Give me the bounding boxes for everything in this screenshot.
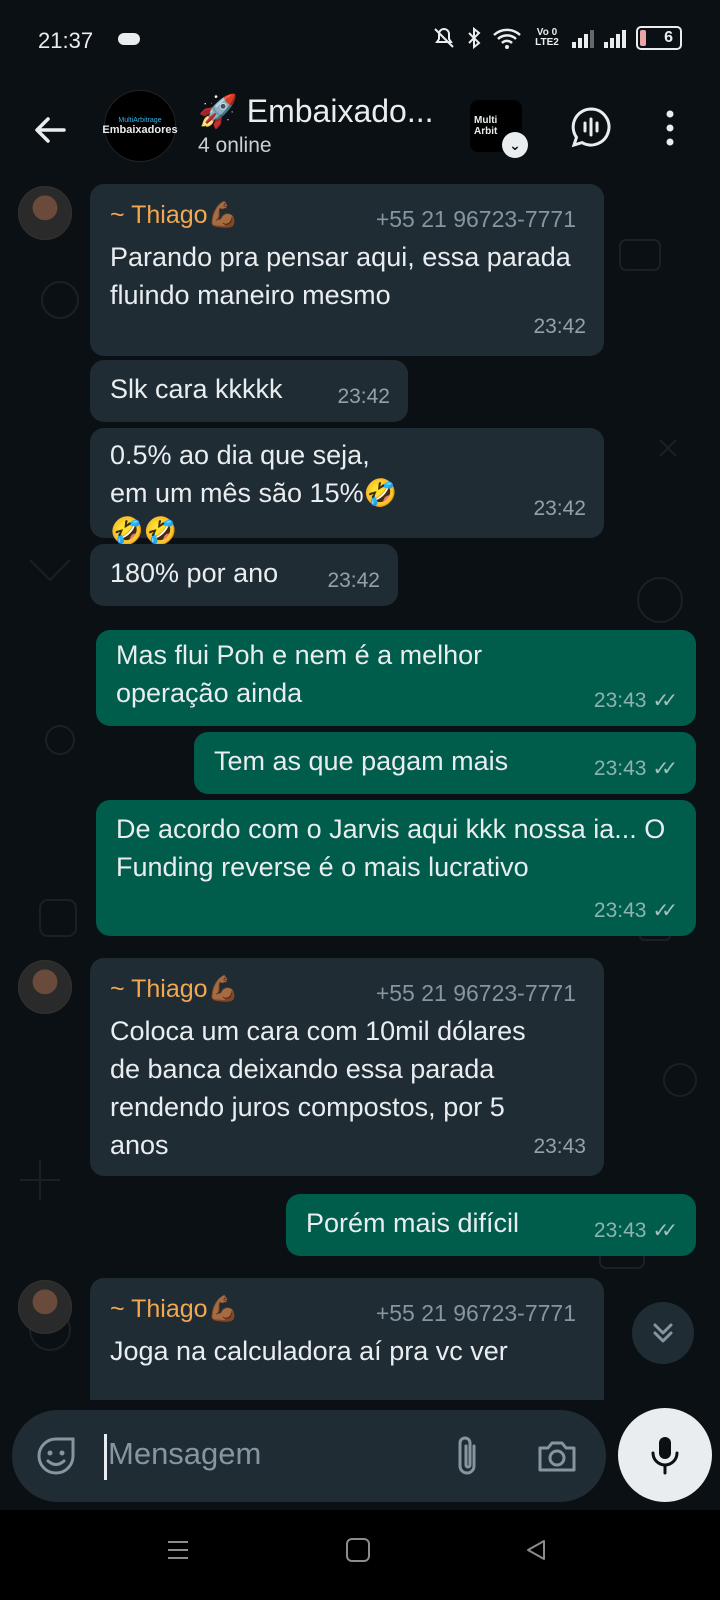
online-count: 4 online (198, 134, 272, 157)
voice-chat-icon[interactable] (570, 106, 612, 148)
outgoing-message[interactable]: Tem as que pagam mais 23:43 ✓✓ (194, 732, 696, 794)
group-info[interactable]: 🚀 Embaixado... 4 online (198, 92, 434, 158)
read-receipt-icon: ✓✓ (652, 758, 677, 780)
sticker-emoji-icon[interactable] (36, 1436, 76, 1476)
read-receipt-icon: ✓✓ (652, 900, 677, 922)
read-receipt-icon: ✓✓ (652, 690, 677, 712)
sender-avatar[interactable] (18, 1280, 72, 1334)
message-placeholder[interactable]: Mensagem (108, 1436, 261, 1472)
message-input-field[interactable]: Mensagem (12, 1410, 606, 1502)
message-time: 23:43 ✓✓ (594, 1212, 678, 1250)
voice-message-button[interactable] (618, 1408, 712, 1502)
message-time: 23:42 (533, 315, 586, 338)
message-time: 23:43 ✓✓ (594, 892, 678, 930)
status-time: 21:37 (38, 28, 94, 53)
back-arrow-icon[interactable] (30, 110, 70, 150)
mute-notifications-icon (434, 27, 454, 48)
more-options-icon[interactable] (660, 108, 680, 148)
outgoing-message[interactable]: Porém mais difícil 23:43 ✓✓ (286, 1194, 696, 1256)
incoming-message[interactable]: ~ Thiago💪🏾 +55 21 96723-7771 Parando pra… (90, 184, 604, 356)
microphone-icon (651, 1437, 679, 1475)
sender-avatar[interactable] (18, 960, 72, 1014)
incoming-message[interactable]: Slk cara kkkkk 23:42 (90, 360, 408, 422)
message-text: Mas flui Poh e nem é a melhor operação a… (116, 640, 483, 708)
outgoing-message[interactable]: De acordo com o Jarvis aqui kkk nossa ia… (96, 800, 696, 936)
recent-apps-icon[interactable] (166, 1538, 190, 1562)
home-button-icon[interactable] (346, 1538, 370, 1562)
message-time: 23:42 (337, 385, 390, 408)
nav-back-icon[interactable] (524, 1538, 548, 1562)
message-time: 23:42 (533, 497, 586, 520)
app-badge-line1: Multi (474, 115, 498, 126)
message-time: 23:43 ✓✓ (594, 750, 678, 788)
group-avatar-small-text: MultiArbitrage (118, 116, 162, 124)
incoming-message[interactable]: ~ Thiago💪🏾 +55 21 96723-7771 Coloca um c… (90, 958, 604, 1176)
signal-2-icon (604, 28, 626, 48)
message-text: Coloca um cara com 10mil dólares de banc… (110, 1016, 526, 1160)
chevron-down-icon: ⌄ (502, 132, 528, 158)
outgoing-message[interactable]: Mas flui Poh e nem é a melhor operação a… (96, 630, 696, 726)
chat-header: MultiArbitrage Embaixadores 🚀 Embaixado.… (0, 80, 720, 180)
group-avatar-text: Embaixadores (102, 123, 178, 136)
status-bar: 21:37 Vo 0 LTE2 6 (0, 0, 720, 80)
message-time: 23:43 (533, 1135, 586, 1158)
group-title: 🚀 Embaixado... (198, 93, 434, 129)
battery-level: 6 (664, 29, 673, 46)
sender-phone: +55 21 96723-7771 (375, 980, 576, 1006)
incoming-message[interactable]: 0.5% ao dia que seja, em um mês são 15%🤣… (90, 428, 604, 546)
battery-icon: 6 (636, 26, 682, 50)
message-text: 0.5% ao dia que seja, em um mês são 15%🤣… (110, 440, 398, 546)
signal-1-icon (572, 28, 594, 48)
sender-phone: +55 21 96723-7771 (375, 1300, 576, 1326)
group-avatar[interactable]: MultiArbitrage Embaixadores (102, 90, 178, 162)
message-text: De acordo com o Jarvis aqui kkk nossa ia… (116, 814, 666, 882)
status-icons: Vo 0 LTE2 6 (432, 26, 682, 50)
message-text: Joga na calculadora aí pra vc ver (110, 1336, 508, 1366)
sender-phone: +55 21 96723-7771 (375, 206, 576, 232)
paperclip-icon[interactable] (452, 1434, 482, 1478)
message-time: 23:42 (327, 569, 380, 592)
cloud-icon (118, 33, 140, 45)
message-list[interactable]: ~ Thiago💪🏾 +55 21 96723-7771 Parando pra… (0, 180, 720, 1400)
wifi-icon (493, 28, 521, 49)
message-time: 23:43 ✓✓ (594, 682, 678, 720)
incoming-message[interactable]: ~ Thiago💪🏾 +55 21 96723-7771 Joga na cal… (90, 1278, 604, 1400)
read-receipt-icon: ✓✓ (652, 1220, 677, 1242)
double-chevron-down-icon (653, 1323, 673, 1343)
volte-indicator: Vo 0 LTE2 (535, 27, 559, 48)
camera-icon[interactable] (536, 1436, 578, 1476)
scroll-to-bottom-button[interactable] (632, 1302, 694, 1364)
text-cursor (104, 1434, 107, 1480)
incoming-message[interactable]: 180% por ano 23:42 (90, 544, 398, 606)
sender-avatar[interactable] (18, 186, 72, 240)
message-text: Parando pra pensar aqui, essa parada flu… (110, 242, 571, 310)
bluetooth-icon (468, 26, 481, 50)
composer-bar: Mensagem (0, 1400, 720, 1510)
system-nav-bar (0, 1510, 720, 1600)
app-badge[interactable]: Multi Arbit ⌄ (470, 100, 528, 158)
